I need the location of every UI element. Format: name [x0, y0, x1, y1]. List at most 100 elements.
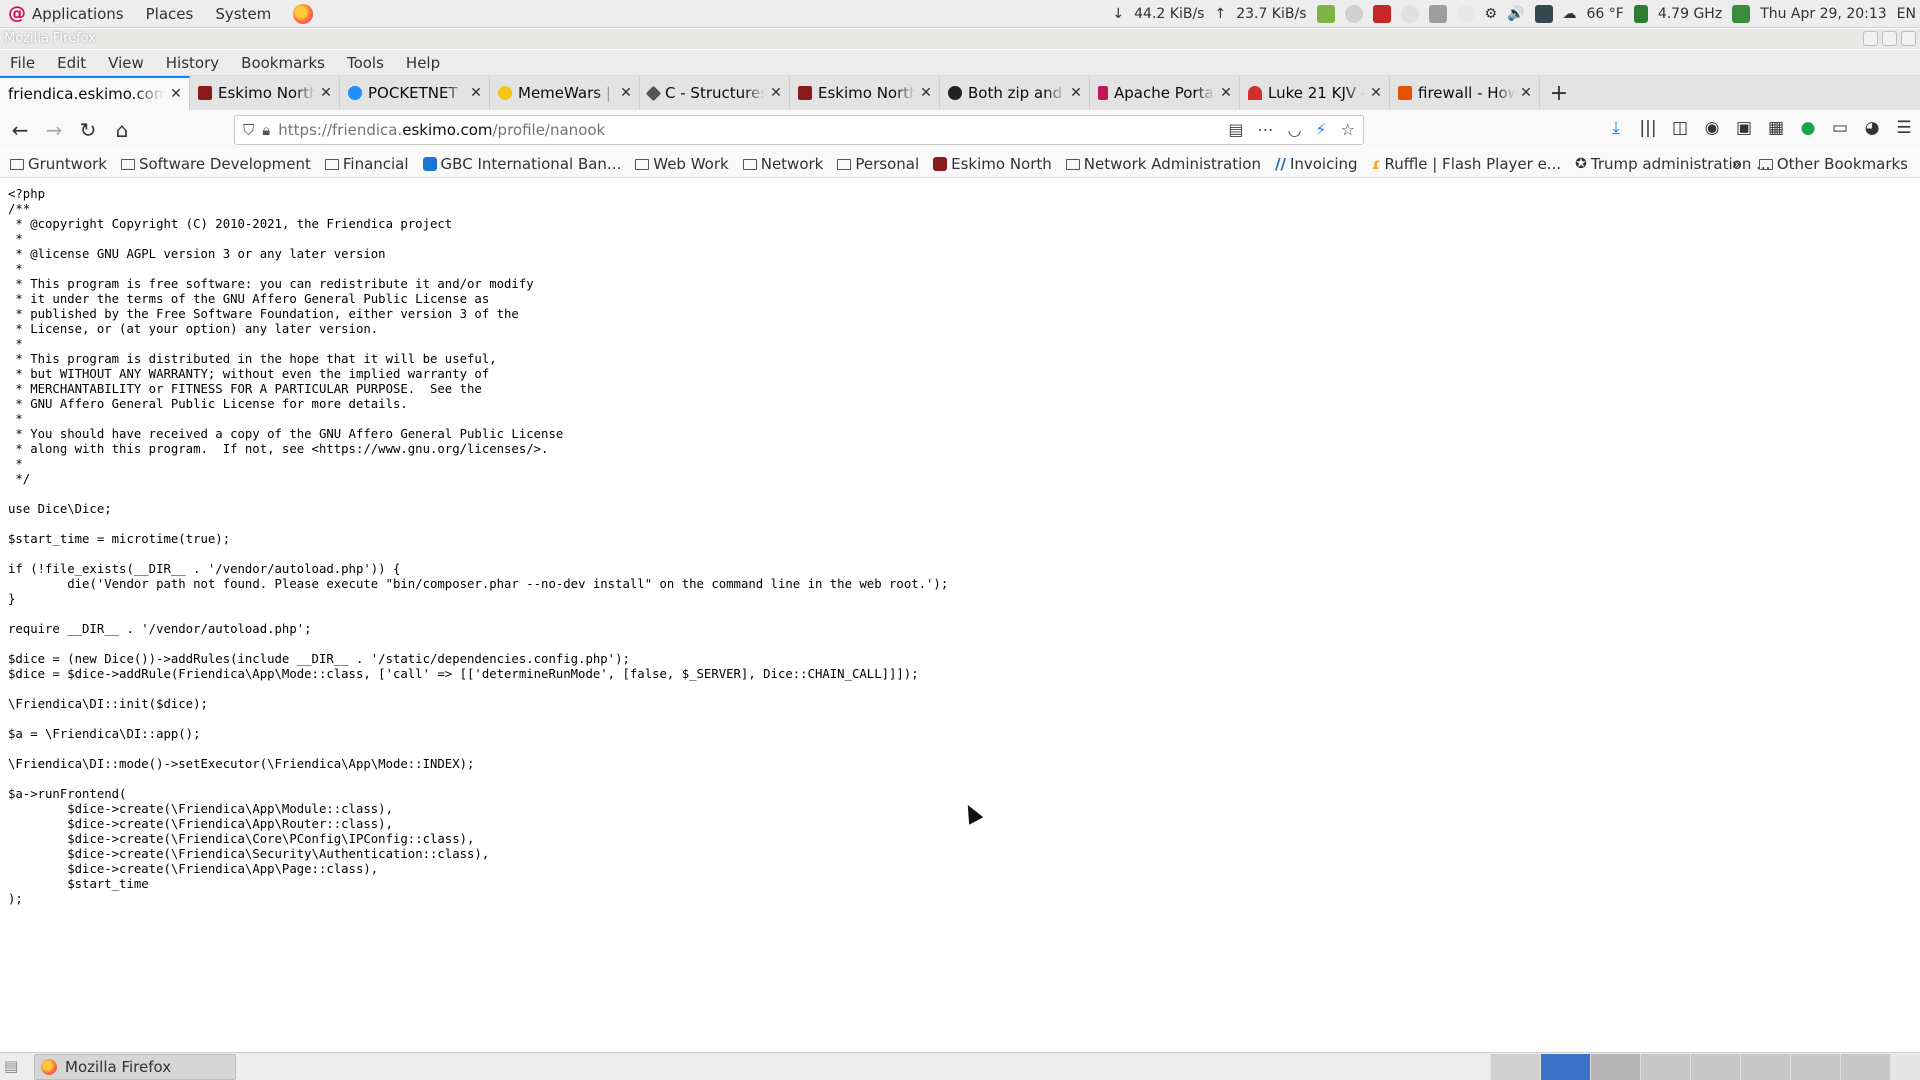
places-menu[interactable]: Places: [146, 5, 194, 23]
folder-icon: [324, 159, 339, 170]
tab-luke-21[interactable]: Luke 21 KJV - And I ✕: [1240, 76, 1390, 110]
menu-tools[interactable]: Tools: [347, 54, 384, 72]
bottom-panel: ▤ Mozilla Firefox: [0, 1052, 1920, 1080]
bookmarks-overflow-chevron-icon[interactable]: »: [1732, 155, 1741, 173]
bookmark-folder-network-administration[interactable]: Network Administration: [1065, 155, 1261, 173]
account-icon[interactable]: ◉: [1702, 118, 1722, 138]
tray-tools-icon[interactable]: ⚙: [1485, 6, 1498, 22]
applications-menu[interactable]: @ Applications: [8, 3, 124, 24]
other-bookmarks-folder[interactable]: Other Bookmarks: [1758, 155, 1908, 173]
close-tab-icon[interactable]: ✕: [919, 85, 933, 101]
show-desktop-icon[interactable]: ▤: [4, 1057, 18, 1075]
firefox-launcher-icon[interactable]: [293, 3, 314, 24]
menu-help[interactable]: Help: [406, 54, 440, 72]
menu-bar: File Edit View History Bookmarks Tools H…: [0, 50, 1920, 76]
close-tab-icon[interactable]: ✕: [1519, 85, 1533, 101]
workspace-7[interactable]: [1790, 1054, 1840, 1080]
downloads-icon[interactable]: ⤓: [1606, 118, 1626, 138]
system-menu[interactable]: System: [215, 5, 271, 23]
tab-apache-apr[interactable]: Apache Portable Ru ✕: [1090, 76, 1240, 110]
tray-misc-icon[interactable]: [1456, 5, 1475, 23]
tab-friendica[interactable]: friendica.eskimo.com/p ✕: [0, 76, 190, 110]
bookmark-folder-network[interactable]: Network: [742, 155, 823, 173]
bookmark-label: Network Administration: [1083, 155, 1261, 173]
url-bar[interactable]: ⛉ 🔒︎ https://friendica.eskimo.com/profil…: [234, 115, 1364, 145]
tab-favicon-icon: [348, 86, 362, 100]
bookmark-folder-gruntwork[interactable]: Gruntwork: [10, 155, 107, 173]
taskbar-firefox-window[interactable]: Mozilla Firefox: [34, 1053, 236, 1080]
close-window-icon[interactable]: [1901, 31, 1916, 46]
menu-file[interactable]: File: [10, 54, 35, 72]
tray-app-icon[interactable]: [1316, 5, 1335, 23]
close-tab-icon[interactable]: ✕: [169, 86, 183, 102]
extension-cookie-icon[interactable]: ◕: [1862, 118, 1882, 138]
tab-memewars[interactable]: MemeWars | Minds ✕: [490, 76, 640, 110]
hamburger-menu-icon[interactable]: ☰: [1894, 118, 1914, 138]
tab-firewall[interactable]: firewall - How to Un ✕: [1390, 76, 1540, 110]
bookmark-star-icon[interactable]: ☆: [1341, 120, 1355, 139]
bookmark-folder-web-work[interactable]: Web Work: [635, 155, 729, 173]
bookmark-folder-personal[interactable]: Personal: [837, 155, 919, 173]
forward-arrow-icon[interactable]: →: [40, 116, 68, 144]
workspace-3[interactable]: [1590, 1054, 1640, 1080]
home-icon[interactable]: ⌂: [108, 116, 136, 144]
new-tab-button[interactable]: +: [1540, 76, 1578, 110]
library-icon[interactable]: |||: [1638, 118, 1658, 138]
close-tab-icon[interactable]: ✕: [619, 85, 633, 101]
extension-badge-icon[interactable]: ●: [1798, 118, 1818, 138]
tab-eskimo-youtube[interactable]: Eskimo North | You ✕: [790, 76, 940, 110]
menu-view[interactable]: View: [108, 54, 144, 72]
maximize-window-icon[interactable]: [1882, 31, 1897, 46]
tab-github[interactable]: Both zip and tarball ✕: [940, 76, 1090, 110]
reader-view-icon[interactable]: ▤: [1228, 120, 1243, 139]
volume-icon[interactable]: 🔊: [1507, 6, 1524, 22]
clock[interactable]: Thu Apr 29, 20:13: [1760, 6, 1886, 22]
workspace-8[interactable]: [1840, 1054, 1890, 1080]
screenshot-icon[interactable]: ▣: [1734, 118, 1754, 138]
menu-bookmarks[interactable]: Bookmarks: [241, 54, 325, 72]
padlock-icon[interactable]: 🔒︎: [262, 121, 270, 139]
bookmark-folder-financial[interactable]: Financial: [324, 155, 409, 173]
pocket-icon[interactable]: ◡: [1287, 120, 1301, 139]
close-tab-icon[interactable]: ✕: [1219, 85, 1233, 101]
tab-c-structures[interactable]: C - Structures - Tuto ✕: [640, 76, 790, 110]
reload-icon[interactable]: ↻: [74, 116, 102, 144]
tray-status-icon[interactable]: [1400, 5, 1419, 23]
minimize-window-icon[interactable]: [1863, 31, 1878, 46]
tab-label: Eskimo North | You: [818, 84, 915, 102]
tray-chat-icon[interactable]: [1344, 5, 1363, 23]
close-tab-icon[interactable]: ✕: [769, 85, 783, 101]
tab-eskimo-hubzilla[interactable]: Eskimo North Hubz ✕: [190, 76, 340, 110]
menu-edit[interactable]: Edit: [57, 54, 86, 72]
menu-history[interactable]: History: [166, 54, 219, 72]
close-tab-icon[interactable]: ✕: [1069, 85, 1083, 101]
close-tab-icon[interactable]: ✕: [319, 85, 333, 101]
tray-calendar-icon[interactable]: [1372, 5, 1391, 23]
bookmark-gbc-international[interactable]: GBC International Ban...: [422, 155, 621, 173]
url-text[interactable]: https://friendica.eskimo.com/profile/nan…: [278, 121, 605, 139]
tracking-protection-shield-icon[interactable]: ⛉: [243, 121, 254, 139]
tray-layers-icon[interactable]: [1428, 5, 1447, 23]
workspace-6[interactable]: [1740, 1054, 1790, 1080]
sidebar-icon[interactable]: ◫: [1670, 118, 1690, 138]
bookmark-ruffle[interactable]: ɾ Ruffle | Flash Player e...: [1372, 155, 1562, 173]
workspace-5[interactable]: [1690, 1054, 1740, 1080]
bookmark-folder-software-development[interactable]: Software Development: [120, 155, 311, 173]
extension-id-icon[interactable]: ▭: [1830, 118, 1850, 138]
display-monitor-icon[interactable]: [1534, 5, 1553, 23]
extension-grid-icon[interactable]: ▦: [1766, 118, 1786, 138]
tab-pocketnet[interactable]: POCKETNET ✕: [340, 76, 490, 110]
bookmark-label: Eskimo North: [951, 155, 1052, 173]
workspace-2[interactable]: [1540, 1054, 1590, 1080]
trash-icon[interactable]: [1890, 1054, 1920, 1080]
keyboard-layout-indicator[interactable]: EN: [1897, 6, 1916, 22]
bookmark-invoicing[interactable]: //Invoicing: [1275, 155, 1358, 173]
workspace-4[interactable]: [1640, 1054, 1690, 1080]
close-tab-icon[interactable]: ✕: [469, 85, 483, 101]
lightning-icon[interactable]: ⚡: [1315, 120, 1326, 139]
back-arrow-icon[interactable]: ←: [6, 116, 34, 144]
close-tab-icon[interactable]: ✕: [1369, 85, 1383, 101]
bookmark-eskimo-north[interactable]: Eskimo North: [933, 155, 1052, 173]
workspace-1[interactable]: [1490, 1054, 1540, 1080]
page-actions-icon[interactable]: ⋯: [1257, 120, 1273, 139]
